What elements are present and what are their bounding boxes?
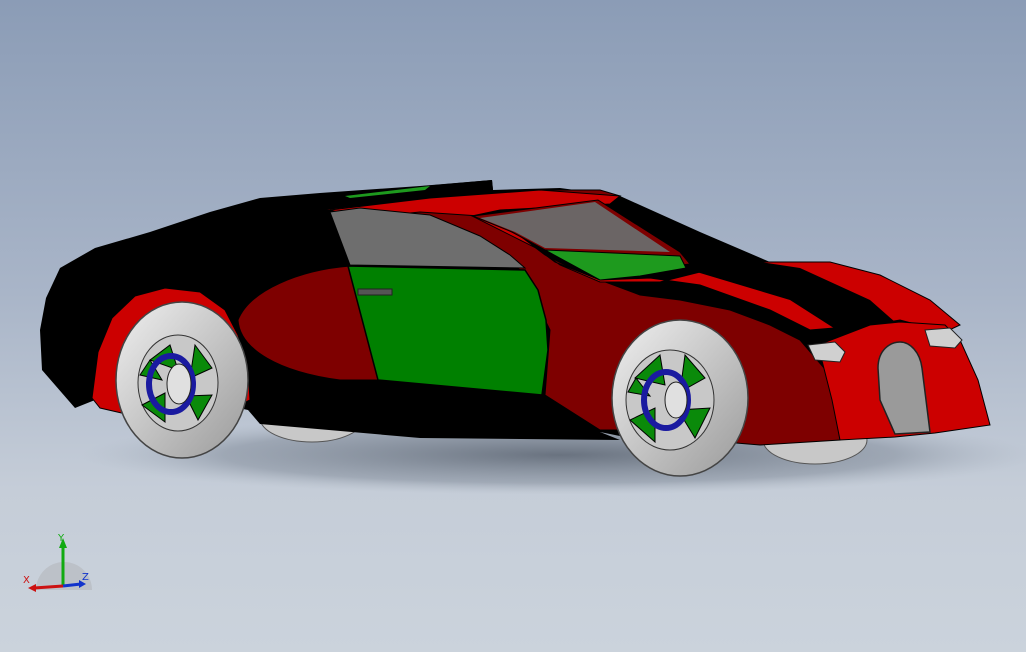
view-orientation-triad[interactable]: Y X Z xyxy=(18,528,98,598)
triad-x-label: X xyxy=(23,575,30,586)
headlight-right xyxy=(924,327,963,349)
door-panel-green xyxy=(347,265,549,396)
rear-wheel xyxy=(115,301,249,459)
triad-z-label: Z xyxy=(82,572,89,583)
front-wheel xyxy=(611,319,749,477)
door-handle xyxy=(357,288,393,296)
graphics-viewport[interactable]: Y X Z xyxy=(0,0,1026,652)
triad-y-label: Y xyxy=(58,533,65,544)
car-model-3d-view[interactable] xyxy=(0,0,1026,652)
